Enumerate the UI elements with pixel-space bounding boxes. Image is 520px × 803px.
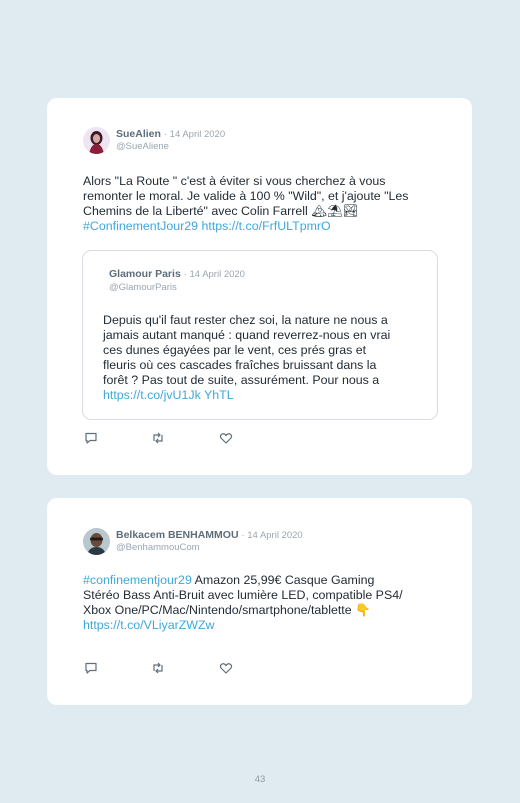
quoted-text-line: forêt ? Pas tout de suite, assurément. P…: [103, 373, 380, 387]
hashtag-link[interactable]: #confinementjour29: [83, 573, 192, 587]
author-handle[interactable]: @SueAliene: [116, 141, 169, 152]
hashtag-link[interactable]: #ConfinementJour29: [83, 219, 198, 233]
retweet-icon[interactable]: [151, 661, 165, 675]
avatar[interactable]: [83, 127, 110, 154]
tweet-text-line: Amazon 25,99€ Casque Gaming: [191, 573, 375, 587]
quoted-tweet[interactable]: Glamour Paris · 14 April 2020 @GlamourPa…: [82, 250, 438, 420]
author-handle[interactable]: @BenhammouCom: [116, 542, 200, 553]
quoted-text-line: jamais autant manqué : quand reverrez-no…: [103, 328, 391, 342]
quoted-url-link[interactable]: https://t.co/jvU1Jk YhTL: [103, 388, 433, 403]
author-name[interactable]: SueAlien · 14 April 2020: [116, 128, 225, 140]
quoted-tweet-text: Depuis qu'il faut rester chez soi, la na…: [103, 313, 433, 403]
reply-icon[interactable]: [84, 431, 98, 445]
quoted-text-line: ces dunes égayées par le vent, ces prés …: [103, 343, 367, 357]
retweet-icon[interactable]: [151, 431, 165, 445]
tweet-text: #confinementjour29 Amazon 25,99€ Casque …: [83, 573, 463, 633]
quoted-author-handle[interactable]: @GlamourParis: [109, 282, 177, 293]
tweet-text: Alors "La Route " c'est à éviter si vous…: [83, 174, 463, 234]
page-number: 43: [254, 774, 266, 785]
tweet-text-line: remonter le moral. Je valide à 100 % "Wi…: [83, 189, 409, 203]
tweet-text-line: Xbox One/PC/Mac/Nintendo/smartphone/tabl…: [83, 603, 371, 617]
tweet-card[interactable]: SueAlien · 14 April 2020 @SueAliene Alor…: [47, 98, 472, 475]
tweet-date: · 14 April 2020: [163, 129, 226, 140]
quoted-text-line: fleuris où ces cascades fraîches bruissa…: [103, 358, 377, 372]
tweet-date: · 14 April 2020: [241, 530, 303, 541]
tweet-text-line: Stéréo Bass Anti-Bruit avec lumière LED,…: [83, 588, 403, 602]
quoted-tweet-date: · 14 April 2020: [183, 269, 245, 280]
like-icon[interactable]: [219, 661, 233, 675]
like-icon[interactable]: [219, 431, 233, 445]
reply-icon[interactable]: [84, 661, 98, 675]
tweet-url-link[interactable]: https://t.co/VLiyarZWZw: [83, 618, 463, 633]
quoted-author-name[interactable]: Glamour Paris · 14 April 2020: [109, 268, 245, 280]
tweet-text-line: Alors "La Route " c'est à éviter si vous…: [83, 174, 386, 188]
tweet-text-line: Chemins de la Liberté" avec Colin Farrel…: [83, 204, 359, 218]
tweet-url-link[interactable]: https://t.co/FrfULTpmrO: [201, 219, 330, 233]
avatar[interactable]: [83, 528, 110, 555]
quoted-text-line: Depuis qu'il faut rester chez soi, la na…: [103, 313, 388, 327]
author-name[interactable]: Belkacem BENHAMMOU · 14 April 2020: [116, 529, 303, 541]
tweet-card[interactable]: Belkacem BENHAMMOU · 14 April 2020 @Benh…: [47, 498, 472, 705]
